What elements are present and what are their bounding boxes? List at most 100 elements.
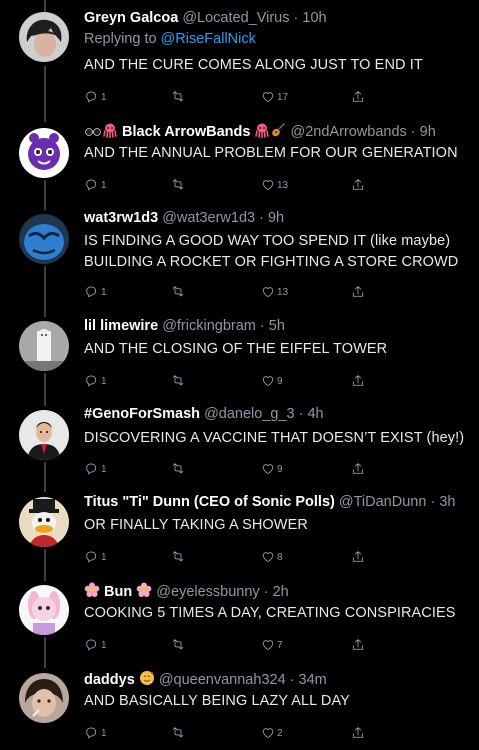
- separator-dot: ·: [255, 210, 268, 226]
- user-handle[interactable]: @2ndArrowbands: [290, 124, 406, 140]
- share-icon: [352, 727, 364, 738]
- heart-icon: [262, 640, 274, 651]
- reply-button[interactable]: 1: [84, 724, 107, 742]
- timestamp[interactable]: 9h: [420, 124, 436, 140]
- like-count: 17: [277, 91, 289, 103]
- user-handle[interactable]: @frickingbram: [162, 318, 256, 334]
- share-button[interactable]: [350, 372, 366, 390]
- tweet-text-line: DISCOVERING A VACCINE THAT DOESN’T EXIST…: [84, 430, 465, 446]
- display-name[interactable]: lil limewire: [84, 318, 158, 334]
- avatar[interactable]: [19, 12, 69, 62]
- like-button[interactable]: 8: [260, 548, 283, 566]
- share-button[interactable]: [350, 724, 366, 742]
- retweet-icon: [172, 286, 184, 297]
- reply-count: 1: [101, 91, 107, 103]
- display-name[interactable]: daddys: [84, 672, 135, 688]
- avatar[interactable]: [19, 585, 69, 635]
- display-name[interactable]: #GenoForSmash: [84, 406, 200, 422]
- timestamp[interactable]: 34m: [299, 672, 327, 688]
- timestamp[interactable]: 2h: [273, 584, 289, 600]
- share-button[interactable]: [350, 88, 366, 106]
- share-icon: [352, 375, 364, 386]
- avatar[interactable]: [19, 673, 69, 723]
- avatar[interactable]: [19, 321, 69, 371]
- tweet-text: IS FINDING A GOOD WAY TOO SPEND IT (like…: [84, 231, 458, 273]
- display-name[interactable]: Greyn Galcoa: [84, 10, 178, 26]
- display-name[interactable]: Titus "Ti" Dunn (CEO of Sonic Polls): [84, 494, 335, 510]
- like-button[interactable]: 9: [260, 460, 283, 478]
- thread-connector-line: [44, 373, 46, 406]
- user-handle[interactable]: @queenvannah324: [159, 672, 286, 688]
- reply-button[interactable]: 1: [84, 176, 107, 194]
- like-button[interactable]: 7: [260, 636, 283, 654]
- retweet-button[interactable]: [170, 372, 187, 390]
- retweet-icon: [172, 375, 184, 386]
- user-handle[interactable]: @Located_Virus: [182, 10, 289, 26]
- avatar[interactable]: [19, 410, 69, 460]
- smiling-hearts-emoji: [139, 670, 155, 690]
- reply-button[interactable]: 1: [84, 636, 107, 654]
- reply-count: 1: [101, 551, 107, 563]
- like-button[interactable]: 13: [260, 283, 288, 301]
- reply-button[interactable]: 1: [84, 283, 107, 301]
- like-count: 13: [277, 179, 289, 191]
- tweet-text: COOKING 5 TIMES A DAY, CREATING CONSPIRA…: [84, 603, 456, 624]
- like-button[interactable]: 17: [260, 88, 288, 106]
- share-button[interactable]: [350, 283, 366, 301]
- retweet-button[interactable]: [170, 460, 187, 478]
- tweet-text-line: AND THE CURE COMES ALONG JUST TO END IT: [84, 57, 423, 73]
- tweet-text: AND THE ANNUAL PROBLEM FOR OUR GENERATIO…: [84, 143, 458, 164]
- retweet-button[interactable]: [170, 724, 187, 742]
- share-button[interactable]: [350, 460, 366, 478]
- timestamp[interactable]: 9h: [268, 210, 284, 226]
- user-handle[interactable]: @TiDanDunn: [339, 494, 427, 510]
- tweet-text-line: AND THE ANNUAL PROBLEM FOR OUR GENERATIO…: [84, 145, 458, 161]
- retweet-button[interactable]: [170, 176, 187, 194]
- retweet-icon: [172, 727, 184, 738]
- timestamp[interactable]: 10h: [302, 10, 326, 26]
- tweet-actions: 1 17: [84, 88, 374, 106]
- timestamp[interactable]: 5h: [269, 318, 285, 334]
- thread-connector-line: [44, 66, 46, 122]
- share-icon: [352, 463, 364, 474]
- like-button[interactable]: 13: [260, 176, 288, 194]
- like-count: 9: [277, 375, 283, 387]
- share-button[interactable]: [350, 548, 366, 566]
- user-handle[interactable]: @eyelessbunny: [156, 584, 259, 600]
- avatar[interactable]: [19, 128, 69, 178]
- reply-icon: [86, 463, 97, 475]
- share-button[interactable]: [350, 636, 366, 654]
- retweet-button[interactable]: [170, 88, 187, 106]
- avatar[interactable]: [19, 497, 69, 547]
- tweet-header: daddys @queenvannah324 · 34m: [84, 670, 327, 690]
- like-button[interactable]: 9: [260, 372, 283, 390]
- octopus-emoji: [102, 122, 118, 142]
- display-name[interactable]: wat3rw1d3: [84, 210, 158, 226]
- reply-button[interactable]: 1: [84, 460, 107, 478]
- timestamp[interactable]: 3h: [439, 494, 455, 510]
- user-handle[interactable]: @danelo_g_3: [204, 406, 295, 422]
- like-count: 13: [277, 286, 289, 298]
- reply-button[interactable]: 1: [84, 548, 107, 566]
- display-name[interactable]: Bun: [104, 584, 132, 600]
- flower-emoji: [84, 582, 100, 602]
- retweet-button[interactable]: [170, 283, 187, 301]
- avatar[interactable]: [19, 214, 69, 264]
- share-button[interactable]: [350, 176, 366, 194]
- heart-icon: [262, 728, 274, 739]
- reply-button[interactable]: 1: [84, 88, 107, 106]
- reply-count: 1: [101, 727, 107, 739]
- retweet-button[interactable]: [170, 548, 187, 566]
- guitar-emoji: [270, 122, 286, 142]
- thread-connector-line: [44, 0, 46, 12]
- retweet-icon: [172, 463, 184, 474]
- timestamp[interactable]: 4h: [307, 406, 323, 422]
- display-name[interactable]: Black ArrowBands: [122, 124, 250, 140]
- reply-button[interactable]: 1: [84, 372, 107, 390]
- retweet-button[interactable]: [170, 636, 187, 654]
- reply-icon: [86, 179, 97, 191]
- like-button[interactable]: 2: [260, 724, 283, 742]
- user-handle[interactable]: @wat3erw1d3: [162, 210, 255, 226]
- replying-to-link[interactable]: @RiseFallNick: [161, 31, 256, 47]
- octopus-emoji: [254, 122, 270, 142]
